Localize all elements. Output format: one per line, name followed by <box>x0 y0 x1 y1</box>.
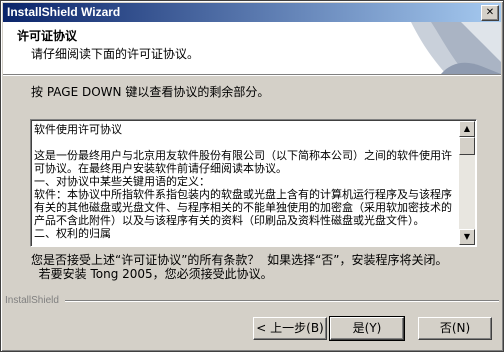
title-bar[interactable]: InstallShield Wizard ✕ <box>3 3 501 22</box>
license-textbox[interactable]: 软件使用许可协议 这是一份最终用户与北京用友软件股份有限公司（以下简称本公司）之… <box>30 119 477 247</box>
footer-divider <box>65 300 499 302</box>
scrollbar-thumb[interactable] <box>459 137 475 155</box>
header-divider <box>3 74 501 76</box>
arrow-down-icon[interactable]: ▼ <box>459 229 475 245</box>
header-panel: 许可证协议 请仔细阅读下面的许可证协议。 <box>3 22 501 74</box>
instruction-text: 按 PAGE DOWN 键以查看协议的剩余部分。 <box>31 85 270 99</box>
page-subtitle: 请仔细阅读下面的许可证协议。 <box>31 47 200 61</box>
accept-question: 您是否接受上述“许可证协议”的所有条款？ 如果选择“否”，安装程序将关闭。 若要… <box>31 253 448 281</box>
no-button[interactable]: 否(N) <box>418 317 492 340</box>
license-text[interactable]: 软件使用许可协议 这是一份最终用户与北京用友软件股份有限公司（以下简称本公司）之… <box>34 123 459 243</box>
installshield-window: InstallShield Wizard ✕ 许可证协议 请仔细阅读下面的许可证… <box>0 0 504 352</box>
page-title: 许可证协议 <box>17 29 78 43</box>
arrow-up-icon[interactable]: ▲ <box>459 121 475 137</box>
back-button[interactable]: < 上一步(B) <box>253 317 327 340</box>
close-icon[interactable]: ✕ <box>481 5 499 21</box>
license-scrollbar[interactable]: ▲ ▼ <box>459 121 475 245</box>
brand-label: InstallShield <box>5 295 59 306</box>
yes-button[interactable]: 是(Y) <box>329 316 405 341</box>
header-art-icon <box>411 22 501 74</box>
window-title: InstallShield Wizard <box>7 5 121 19</box>
